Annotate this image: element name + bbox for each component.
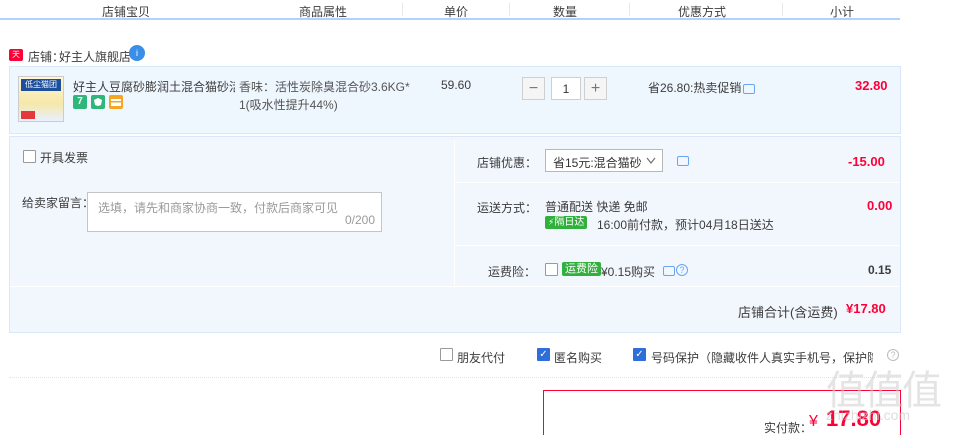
header-divider xyxy=(509,3,510,16)
payment-currency: ¥ xyxy=(809,413,818,430)
panel-divider xyxy=(455,245,900,246)
panel-divider xyxy=(455,182,900,183)
message-label: 给卖家留言： xyxy=(22,196,95,210)
qty-input[interactable] xyxy=(551,77,581,100)
header-attr: 商品属性 xyxy=(299,5,348,19)
insurance-amount: 0.15 xyxy=(868,263,892,277)
qty-decrement-button[interactable]: − xyxy=(522,77,545,100)
header-item: 店铺宝贝 xyxy=(102,5,151,19)
anonymous-checkbox[interactable]: ✓ xyxy=(537,348,550,361)
promo-comment-icon[interactable] xyxy=(743,84,755,94)
credit-card-icon[interactable] xyxy=(109,95,123,109)
insurance-checkbox[interactable] xyxy=(545,263,558,276)
invoice-label: 开具发票 xyxy=(40,151,89,165)
item-discount: 省26.80:热卖促销 xyxy=(648,81,742,95)
message-textarea[interactable]: 选填，请先和商家协商一致，付款后商家可见 0/200 xyxy=(87,192,382,232)
coupon-label: 店铺优惠： xyxy=(477,156,538,170)
insurance-price: ¥0.15购买 xyxy=(601,265,656,279)
panel-divider xyxy=(10,286,900,287)
item-subtotal: 32.80 xyxy=(855,78,888,93)
product-image: 低尘猫团 xyxy=(19,77,63,121)
header-qty: 数量 xyxy=(553,5,578,19)
number-protect-checkbox[interactable]: ✓ xyxy=(633,348,646,361)
unit-price: 59.60 xyxy=(441,78,472,92)
product-image-tag xyxy=(21,111,35,119)
message-placeholder: 选填，请先和商家协商一致，付款后商家可见 xyxy=(98,201,339,215)
wangwang-icon[interactable]: i xyxy=(129,45,145,61)
anonymous-label: 匿名购买 xyxy=(554,351,603,365)
coupon-select[interactable]: 省15元:混合猫砂 xyxy=(545,149,663,172)
invoice-checkbox[interactable] xyxy=(23,150,36,163)
next-day-tag: ⚡隔日达 xyxy=(545,216,588,229)
insurance-tag: 运费险 xyxy=(562,262,601,276)
header-divider xyxy=(402,3,403,16)
header-divider xyxy=(629,3,630,16)
shop-name-link[interactable]: 好主人旗舰店 xyxy=(59,48,131,65)
insurance-comment-icon[interactable] xyxy=(663,266,675,276)
shop-total-label: 店铺合计(含运费) xyxy=(738,305,838,320)
panel-divider xyxy=(454,140,455,285)
product-image-label: 低尘猫团 xyxy=(21,79,61,91)
header-divider xyxy=(782,3,783,16)
attr-line-1: 香味：活性炭除臭混合砂3.6KG* xyxy=(239,80,410,94)
watermark-url: zhizhizhi.com xyxy=(826,407,911,423)
shop-total-amount: ¥17.80 xyxy=(846,301,886,316)
payment-label: 实付款： xyxy=(764,421,813,435)
coupon-amount: -15.00 xyxy=(848,154,885,169)
seven-day-return-icon[interactable]: 7 xyxy=(73,95,87,109)
shipping-eta: 16:00前付款，预计04月18日送达 xyxy=(597,218,774,232)
product-thumbnail[interactable]: 低尘猫团 xyxy=(18,76,64,122)
shipping-method: 普通配送 快递 免邮 xyxy=(545,200,648,214)
header-subtotal: 小计 xyxy=(830,5,855,19)
message-counter: 0/200 xyxy=(344,213,375,227)
shipping-label: 运送方式： xyxy=(477,201,538,215)
cart-item-row xyxy=(9,66,901,134)
qty-increment-button[interactable]: + xyxy=(584,77,607,100)
friend-pay-label: 朋友代付 xyxy=(457,351,506,365)
coupon-comment-icon[interactable] xyxy=(677,156,689,166)
insurance-label: 运费险： xyxy=(488,265,537,279)
next-day-label: 隔日达 xyxy=(554,217,585,228)
guarantee-icon[interactable] xyxy=(91,95,105,109)
chevron-down-icon xyxy=(646,157,656,165)
header-discount: 优惠方式 xyxy=(678,5,727,19)
tmall-badge: 天猫 xyxy=(9,49,23,71)
section-divider xyxy=(9,377,901,378)
help-icon[interactable]: ? xyxy=(676,264,688,276)
shipping-amount: 0.00 xyxy=(867,198,893,213)
coupon-selected-value: 省15元:混合猫砂 xyxy=(553,156,642,170)
header-price: 单价 xyxy=(444,5,469,19)
product-title-link[interactable]: 好主人豆腐砂膨润土混合猫砂活... xyxy=(73,78,235,95)
attr-line-2: 1(吸水性提升44%) xyxy=(239,98,338,112)
friend-pay-checkbox[interactable] xyxy=(440,348,453,361)
